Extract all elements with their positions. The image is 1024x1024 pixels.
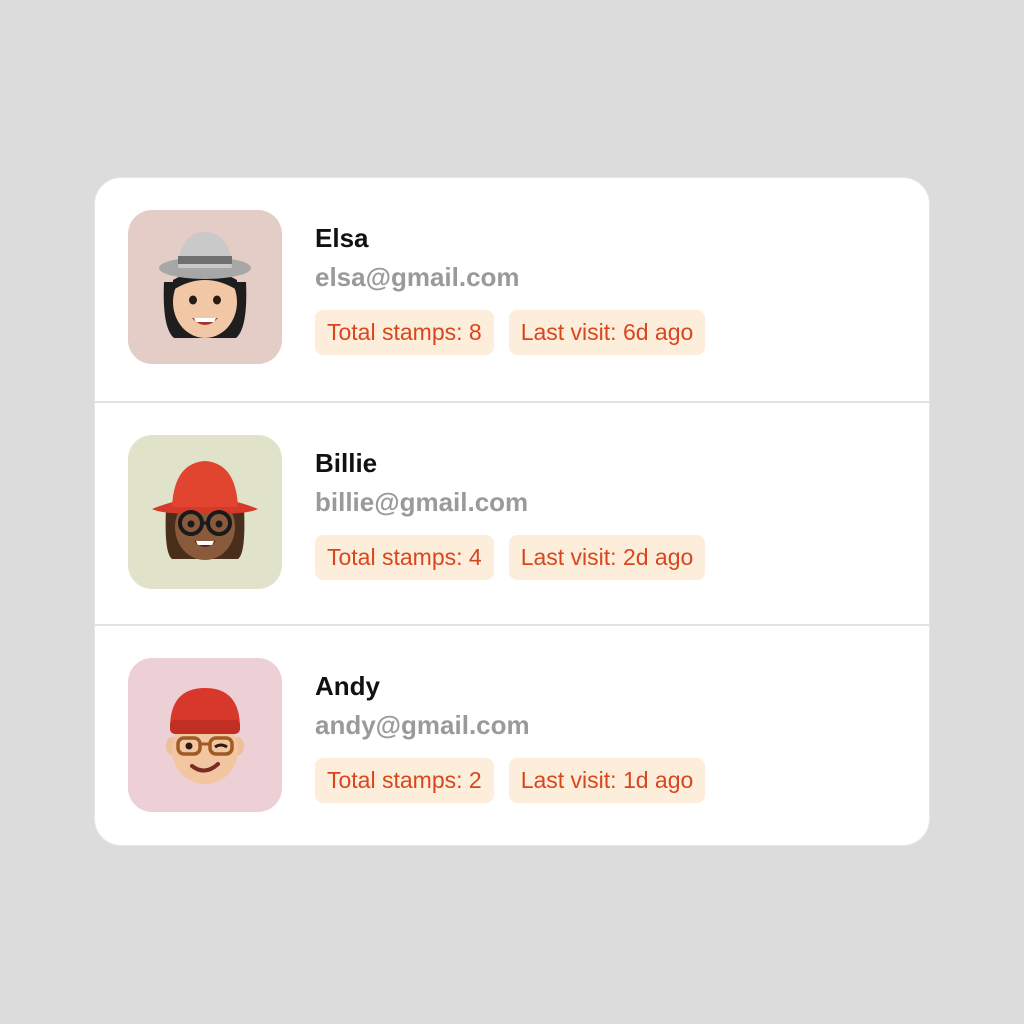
total-stamps-badge: Total stamps: 2 [315, 758, 494, 803]
customer-row[interactable]: Billie billie@gmail.com Total stamps: 4 … [95, 401, 929, 624]
avatar [128, 658, 282, 812]
customer-info: Billie billie@gmail.com Total stamps: 4 … [315, 447, 706, 580]
avatar [128, 435, 282, 589]
customer-info: Andy andy@gmail.com Total stamps: 2 Last… [315, 670, 706, 803]
chip-group: Total stamps: 4 Last visit: 2d ago [315, 535, 706, 580]
memoji-avatar-icon [152, 461, 258, 560]
last-visit-badge: Last visit: 2d ago [508, 535, 706, 580]
customer-email: andy@gmail.com [315, 710, 530, 740]
customer-row[interactable]: Elsa elsa@gmail.com Total stamps: 8 Last… [95, 178, 929, 401]
customer-name: Andy [315, 671, 380, 701]
customer-email: elsa@gmail.com [315, 262, 520, 292]
avatar [128, 210, 282, 364]
chip-group: Total stamps: 2 Last visit: 1d ago [315, 758, 706, 803]
customer-name: Billie [315, 448, 378, 478]
last-visit-badge: Last visit: 1d ago [508, 758, 706, 803]
customer-name: Elsa [315, 223, 369, 253]
total-stamps-badge: Total stamps: 4 [315, 535, 494, 580]
customer-email: billie@gmail.com [315, 487, 529, 517]
chip-group: Total stamps: 8 Last visit: 6d ago [315, 310, 706, 355]
memoji-avatar-icon [159, 232, 251, 338]
last-visit-badge: Last visit: 6d ago [508, 310, 706, 355]
customer-info: Elsa elsa@gmail.com Total stamps: 8 Last… [315, 222, 706, 355]
total-stamps-badge: Total stamps: 8 [315, 310, 494, 355]
customer-list-card: Elsa elsa@gmail.com Total stamps: 8 Last… [95, 178, 929, 845]
memoji-avatar-icon [166, 688, 244, 784]
customer-row[interactable]: Andy andy@gmail.com Total stamps: 2 Last… [95, 624, 929, 845]
